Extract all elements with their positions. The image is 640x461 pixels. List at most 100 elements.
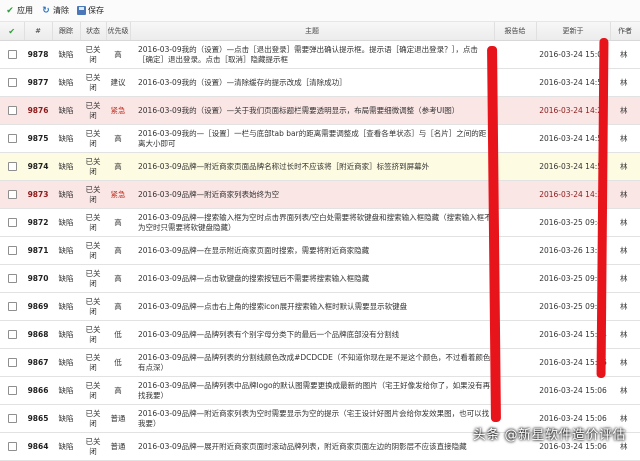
issue-summary[interactable]: 2016-03-09品牌—点击软键盘的搜索按钮后不需要将搜索输入框隐藏: [130, 264, 494, 293]
column-header-type[interactable]: 跟踪: [52, 22, 81, 41]
column-header-priority[interactable]: 优先级: [106, 22, 131, 41]
row-checkbox[interactable]: [7, 218, 17, 227]
row-checkbox[interactable]: [7, 246, 17, 255]
row-checkbox[interactable]: [7, 134, 17, 143]
row-checkbox[interactable]: [7, 106, 17, 115]
issue-id[interactable]: 9864: [24, 432, 52, 461]
row-checkbox[interactable]: [7, 330, 17, 339]
row-checkbox[interactable]: [7, 302, 17, 311]
column-header-summary[interactable]: 主题: [130, 22, 495, 41]
checkbox[interactable]: [0, 236, 24, 265]
issue-summary[interactable]: 2016-03-09我的（设置）—关于我们页面标题栏需要透明显示，布局需要细微调…: [130, 96, 494, 125]
checkbox[interactable]: [0, 432, 24, 461]
checkbox[interactable]: [0, 348, 24, 377]
table-row[interactable]: 9876 缺陷 已关闭 紧急 2016-03-09我的（设置）—关于我们页面标题栏需要透…: [0, 96, 640, 125]
row-checkbox[interactable]: [7, 442, 17, 451]
issue-reporter: [494, 68, 536, 97]
row-checkbox[interactable]: [7, 50, 17, 59]
checkbox[interactable]: [0, 376, 24, 405]
row-checkbox[interactable]: [7, 386, 17, 395]
issue-summary[interactable]: 2016-03-09品牌—品牌列表有个别字母分类下的最后一个品牌底部没有分割线: [130, 320, 494, 349]
checkbox[interactable]: [0, 320, 24, 349]
row-checkbox[interactable]: [7, 190, 17, 199]
table-row[interactable]: 9866 缺陷 已关闭高 2016-03-09品牌—品牌列表中品牌logo的默认图需要…: [0, 376, 640, 405]
issue-type: 缺陷: [52, 40, 80, 69]
table-row[interactable]: 9874 缺陷 已关闭高 2016-03-09品牌—附近商家页面品牌名称过长时不应该将…: [0, 152, 640, 181]
issue-type: 缺陷: [52, 208, 80, 237]
issue-id[interactable]: 9869: [24, 292, 52, 321]
row-checkbox[interactable]: [7, 162, 17, 171]
issue-summary[interactable]: 2016-03-09品牌—展开附近商家页面时滚动品牌列表，附近商家页面左边的阴影…: [130, 432, 494, 461]
clear-button[interactable]: ↻ 清除: [38, 5, 72, 16]
issue-summary[interactable]: 2016-03-09品牌—在显示附近商家页面时搜索，需要将附近商家隐藏: [130, 236, 494, 265]
checkbox[interactable]: [0, 40, 24, 69]
issue-id[interactable]: 9873: [24, 180, 52, 209]
issue-summary[interactable]: 2016-03-09品牌—点击右上角的搜索icon展开搜索输入框时默认需要显示软…: [130, 292, 494, 321]
table-row[interactable]: 9877 缺陷 已关闭 建议 2016-03-09我的（设置）—清除缓存的提示改成［清除…: [0, 68, 640, 97]
issue-author: 林: [610, 96, 640, 125]
column-header-status[interactable]: 状态: [80, 22, 107, 41]
issue-id[interactable]: 9868: [24, 320, 52, 349]
issue-id[interactable]: 9877: [24, 68, 52, 97]
issue-priority: 建议: [106, 68, 130, 97]
issue-id[interactable]: 9876: [24, 96, 52, 125]
row-checkbox[interactable]: [7, 358, 17, 367]
issue-priority: 高: [106, 292, 130, 321]
issue-id[interactable]: 9870: [24, 264, 52, 293]
table-row[interactable]: 9869 缺陷 已关闭高 2016-03-09品牌—点击右上角的搜索icon展开搜索输…: [0, 292, 640, 321]
save-button[interactable]: 保存: [74, 5, 107, 16]
issue-summary[interactable]: 2016-03-09我的（设置）—点击［退出登录］需要弹出确认提示框。提示语［确…: [130, 40, 494, 69]
issue-status: 已关闭: [80, 348, 106, 377]
issue-id[interactable]: 9871: [24, 236, 52, 265]
issue-summary[interactable]: 2016-03-09品牌—品牌列表中品牌logo的默认图需要更换成最新的图片（宅…: [130, 376, 494, 405]
issue-id[interactable]: 9878: [24, 40, 52, 69]
issue-summary[interactable]: 2016-03-09品牌—附近商家列表为空时需要显示为空的提示（宅王设计好图片会…: [130, 404, 494, 433]
checkbox[interactable]: [0, 152, 24, 181]
issue-id[interactable]: 9865: [24, 404, 52, 433]
checkbox[interactable]: [0, 68, 24, 97]
column-header-id[interactable]: #: [24, 22, 53, 41]
issue-summary[interactable]: 2016-03-09品牌—品牌列表的分割线颜色改成#DCDCDE（不知道你现在是…: [130, 348, 494, 377]
apply-label: 应用: [17, 6, 33, 15]
issue-summary[interactable]: 2016-03-09我的—［设置］一栏与底部tab bar的距离需要调整成［查看…: [130, 124, 494, 153]
issue-summary[interactable]: 2016-03-09品牌—附近商家页面品牌名称过长时不应该将［附近商家］标签挤到…: [130, 152, 494, 181]
column-header-updated[interactable]: 更新于: [536, 22, 611, 41]
checkbox[interactable]: [0, 124, 24, 153]
table-row[interactable]: 9870 缺陷 已关闭高 2016-03-09品牌—点击软键盘的搜索按钮后不需要将搜索…: [0, 264, 640, 293]
issue-id[interactable]: 9872: [24, 208, 52, 237]
issue-updated: 2016-03-24 15:06: [536, 376, 610, 405]
table-row[interactable]: 9872 缺陷 已关闭高 2016-03-09品牌—搜索输入框为空时点击界面列表/空白…: [0, 208, 640, 237]
issue-type: 缺陷: [52, 96, 80, 125]
checkbox[interactable]: [0, 404, 24, 433]
table-row[interactable]: 9875 缺陷 已关闭高 2016-03-09我的—［设置］一栏与底部tab bar的…: [0, 124, 640, 153]
issue-id[interactable]: 9866: [24, 376, 52, 405]
issue-reporter: [494, 292, 536, 321]
issue-id[interactable]: 9867: [24, 348, 52, 377]
table-row[interactable]: 9873 缺陷 已关闭 紧急 2016-03-09品牌—附近商家列表始终为空 2016-0…: [0, 180, 640, 209]
column-header-reporter[interactable]: 报告给: [494, 22, 537, 41]
issue-summary[interactable]: 2016-03-09品牌—搜索输入框为空时点击界面列表/空白处需要将软键盘和搜索…: [130, 208, 494, 237]
table-row[interactable]: 9878 缺陷 已关闭高 2016-03-09我的（设置）—点击［退出登录］需要弹出确…: [0, 40, 640, 69]
issue-priority: 高: [106, 376, 130, 405]
column-header-check[interactable]: ✔: [0, 22, 25, 41]
row-checkbox[interactable]: [7, 274, 17, 283]
checkbox[interactable]: [0, 292, 24, 321]
table-row[interactable]: 9867 缺陷 已关闭低 2016-03-09品牌—品牌列表的分割线颜色改成#DCDC…: [0, 348, 640, 377]
issue-summary[interactable]: 2016-03-09品牌—附近商家列表始终为空: [130, 180, 494, 209]
issue-priority: 普通: [106, 404, 130, 433]
apply-button[interactable]: ✔ 应用: [2, 5, 36, 16]
checkbox[interactable]: [0, 180, 24, 209]
column-header-author[interactable]: 作者: [610, 22, 640, 41]
row-checkbox[interactable]: [7, 414, 17, 423]
issue-id[interactable]: 9875: [24, 124, 52, 153]
table-row[interactable]: 9871 缺陷 已关闭高 2016-03-09品牌—在显示附近商家页面时搜索，需要将附…: [0, 236, 640, 265]
checkbox[interactable]: [0, 208, 24, 237]
checkbox[interactable]: [0, 264, 24, 293]
issue-author: 林: [610, 68, 640, 97]
issue-status: 已关闭: [80, 376, 106, 405]
table-row[interactable]: 9868 缺陷 已关闭低 2016-03-09品牌—品牌列表有个别字母分类下的最后一个…: [0, 320, 640, 349]
row-checkbox[interactable]: [7, 78, 17, 87]
issue-id[interactable]: 9874: [24, 152, 52, 181]
checkbox[interactable]: [0, 96, 24, 125]
issue-summary[interactable]: 2016-03-09我的（设置）—清除缓存的提示改成［清除成功］: [130, 68, 494, 97]
